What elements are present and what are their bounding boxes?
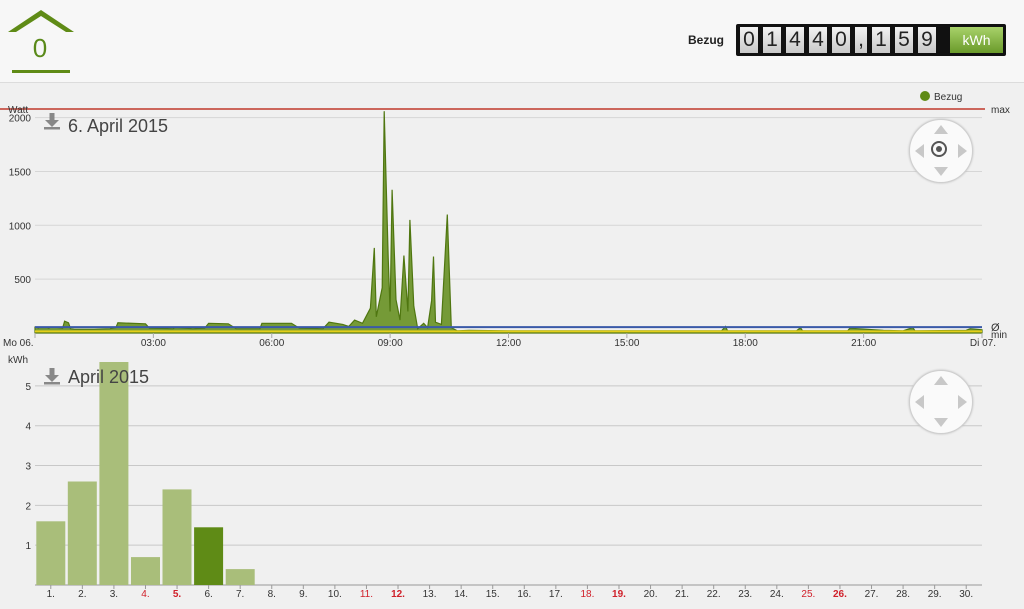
month-navigation-pad[interactable] bbox=[909, 370, 973, 434]
meter-digit: 4 bbox=[809, 27, 827, 53]
nav-left-icon[interactable] bbox=[915, 395, 924, 409]
month-xtick-label: 30. bbox=[959, 589, 973, 600]
nav-left-icon[interactable] bbox=[915, 144, 924, 158]
day-power-chart: Watt 500100015002000 Mo 06. 03:00 06:00 09:… bbox=[0, 91, 1010, 349]
month-xtick-label: 12. bbox=[391, 589, 405, 600]
day-xtick-label: 09:00 bbox=[378, 338, 403, 349]
month-ylabel: kWh bbox=[8, 355, 28, 366]
month-xtick-label: 3. bbox=[110, 589, 118, 600]
bar-day-3[interactable] bbox=[99, 362, 129, 585]
nav-up-icon[interactable] bbox=[934, 125, 948, 134]
bar-day-2[interactable] bbox=[67, 481, 97, 586]
month-xtick-label: 14. bbox=[454, 589, 468, 600]
energy-meter: 0 1 4 4 0 , 1 5 9 kWh bbox=[736, 24, 1006, 56]
day-xtick-label: 21:00 bbox=[851, 338, 876, 349]
meter-digit: 9 bbox=[918, 27, 936, 53]
meter-digit: 1 bbox=[763, 27, 781, 53]
month-ytick-label: 1 bbox=[25, 541, 31, 552]
month-xtick-label: 19. bbox=[612, 589, 626, 600]
day-xtick-label: 18:00 bbox=[733, 338, 758, 349]
month-xtick-label: 7. bbox=[236, 589, 244, 600]
month-xtick-label: 8. bbox=[268, 589, 276, 600]
bar-day-6[interactable] bbox=[194, 527, 224, 585]
month-xtick-label: 17. bbox=[549, 589, 563, 600]
nav-right-icon[interactable] bbox=[958, 144, 967, 158]
day-grid bbox=[35, 117, 982, 334]
legend-bezug-marker bbox=[920, 91, 930, 101]
meter-digit: 0 bbox=[740, 27, 758, 53]
bar-day-5[interactable] bbox=[162, 489, 192, 585]
month-ytick-label: 3 bbox=[25, 462, 31, 473]
day-xtick-label: 15:00 bbox=[614, 338, 639, 349]
month-ytick-label: 5 bbox=[25, 382, 31, 393]
month-xtick-label: 28. bbox=[896, 589, 910, 600]
month-xtick-label: 18. bbox=[580, 589, 594, 600]
legend-bezug-label[interactable]: Bezug bbox=[934, 92, 962, 103]
month-xtick-label: 21. bbox=[675, 589, 689, 600]
day-ytick-label: 500 bbox=[14, 275, 31, 286]
bar-day-7[interactable] bbox=[225, 569, 255, 585]
day-xtick-label: Mo 06. bbox=[3, 338, 34, 349]
max-label: max bbox=[991, 105, 1010, 116]
nav-down-icon[interactable] bbox=[934, 167, 948, 176]
month-chart-title: April 2015 bbox=[68, 367, 149, 387]
meter-digit: 0 bbox=[832, 27, 850, 53]
month-xtick-label: 9. bbox=[299, 589, 307, 600]
download-month-icon[interactable] bbox=[44, 368, 60, 385]
month-ytick-label: 2 bbox=[25, 501, 31, 512]
series-bezug-area bbox=[34, 111, 983, 334]
download-day-icon[interactable] bbox=[44, 113, 60, 130]
meter-label: Bezug bbox=[688, 33, 724, 47]
month-xtick-label: 10. bbox=[328, 589, 342, 600]
month-xtick-label: 1. bbox=[47, 589, 55, 600]
nav-down-icon[interactable] bbox=[934, 418, 948, 427]
month-xtick-label: 4. bbox=[141, 589, 149, 600]
month-energy-chart: 1. 2. 3. 4. 5. 6. 7. 8. 9. 10. 11. 12. 13. 14. 15. 16. 1… bbox=[8, 355, 982, 600]
header-bar: 0 Bezug 0 1 4 4 0 , 1 5 9 kWh bbox=[0, 0, 1024, 83]
month-xtick-label: 26. bbox=[833, 589, 847, 600]
day-ytick-label: 2000 bbox=[9, 114, 32, 125]
day-xtick-label: 12:00 bbox=[496, 338, 521, 349]
day-ytick-label: 1000 bbox=[9, 221, 32, 232]
month-xtick-label: 20. bbox=[644, 589, 658, 600]
month-xtick-label: 11. bbox=[360, 589, 373, 600]
month-xtick-label: 25. bbox=[801, 589, 815, 600]
meter-digit: 1 bbox=[872, 27, 890, 53]
month-xtick-label: 22. bbox=[707, 589, 721, 600]
home-value: 0 bbox=[32, 33, 48, 63]
nav-right-icon[interactable] bbox=[958, 395, 967, 409]
month-xtick-label: 24. bbox=[770, 589, 784, 600]
day-navigation-pad[interactable] bbox=[909, 119, 973, 183]
bar-day-4[interactable] bbox=[131, 557, 160, 585]
month-xtick-label: 29. bbox=[928, 589, 942, 600]
day-xtick-label: 06:00 bbox=[259, 338, 284, 349]
meter-separator: , bbox=[855, 27, 867, 53]
month-xtick-label: 2. bbox=[78, 589, 86, 600]
nav-center-icon[interactable] bbox=[931, 141, 947, 157]
day-xtick-label: 03:00 bbox=[141, 338, 166, 349]
meter-digit: 4 bbox=[786, 27, 804, 53]
day-chart-title: 6. April 2015 bbox=[68, 116, 168, 136]
meter-unit-button[interactable]: kWh bbox=[950, 27, 1003, 53]
month-xtick-label: 13. bbox=[423, 589, 437, 600]
month-ytick-label: 4 bbox=[25, 422, 31, 433]
month-xtick-label: 27. bbox=[865, 589, 879, 600]
nav-up-icon[interactable] bbox=[934, 376, 948, 385]
meter-digit: 5 bbox=[895, 27, 913, 53]
month-xtick-label: 15. bbox=[486, 589, 500, 600]
min-label: min bbox=[991, 330, 1007, 341]
day-ytick-label: 1500 bbox=[9, 167, 32, 178]
bar-day-1[interactable] bbox=[36, 521, 66, 585]
month-xtick-label: 6. bbox=[204, 589, 212, 600]
month-xtick-label: 16. bbox=[517, 589, 531, 600]
month-xtick-label: 5. bbox=[173, 589, 182, 600]
month-xtick-label: 23. bbox=[738, 589, 752, 600]
